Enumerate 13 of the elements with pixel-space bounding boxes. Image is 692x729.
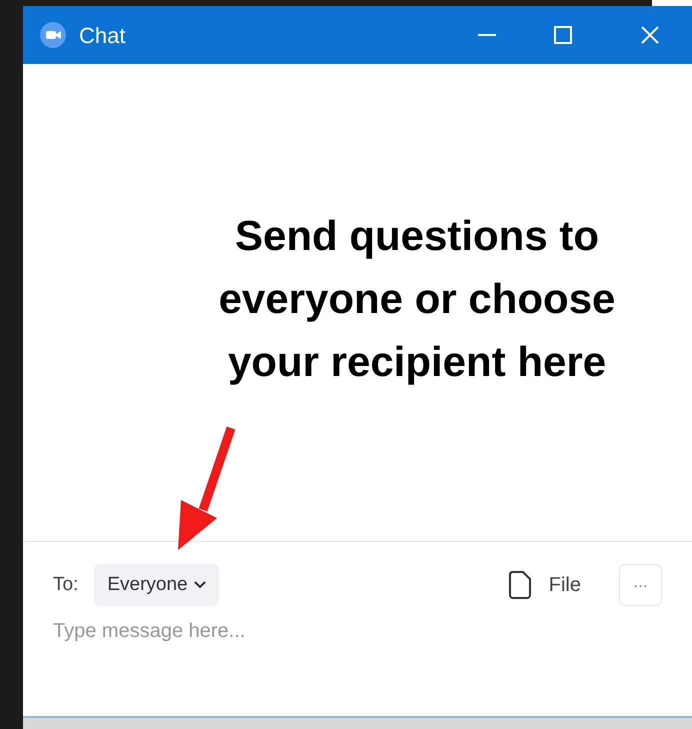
minimize-icon: [478, 34, 496, 36]
close-icon: [641, 26, 659, 44]
maximize-icon: [554, 26, 572, 44]
to-label: To:: [53, 572, 78, 597]
camera-icon: [40, 22, 66, 48]
file-icon: [508, 571, 531, 599]
recipient-dropdown[interactable]: Everyone: [94, 564, 219, 606]
file-button[interactable]: File: [508, 570, 581, 600]
annotation-text: Send questions to everyone or choose your recipient here: [218, 211, 616, 387]
window-title: Chat: [79, 22, 126, 50]
message-field[interactable]: Type message here...: [53, 616, 453, 646]
chevron-down-icon: [194, 581, 206, 589]
more-button[interactable]: ···: [619, 564, 662, 606]
